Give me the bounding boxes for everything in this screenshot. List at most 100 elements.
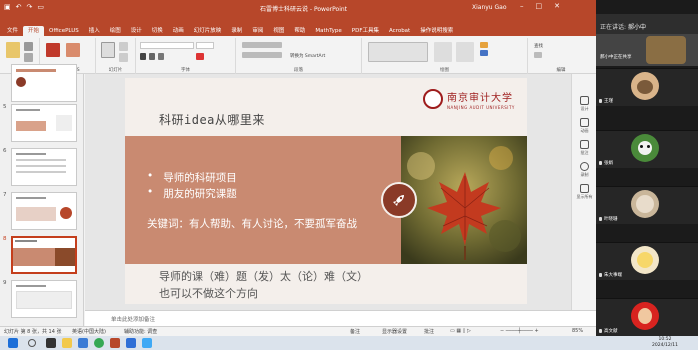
redo-icon[interactable]: ↷: [27, 3, 33, 11]
slide-number: 5: [3, 104, 7, 110]
design-ideas-button[interactable]: 设计: [576, 96, 593, 112]
comments-toggle[interactable]: 批注: [424, 328, 434, 335]
language-indicator[interactable]: 英语(中国大陆): [72, 328, 106, 335]
tab-mathtype[interactable]: MathType: [310, 28, 346, 36]
close-icon[interactable]: ✕: [554, 2, 560, 10]
zoom-level[interactable]: 85%: [572, 328, 583, 334]
edge-icon[interactable]: [78, 338, 88, 348]
template-icon[interactable]: [66, 43, 80, 57]
system-clock[interactable]: 10:52 2024/12/11: [652, 337, 678, 349]
task-view-icon[interactable]: [46, 338, 56, 348]
window-title: 石雷博士科研云说 - PowerPoint: [260, 6, 348, 13]
participant-tile[interactable]: 叶晓珊: [596, 186, 698, 224]
bold-icon[interactable]: [140, 53, 146, 60]
tab-acrobat[interactable]: Acrobat: [384, 28, 415, 36]
tab-view[interactable]: 视图: [268, 26, 289, 36]
participant-tile[interactable]: 王瑾: [596, 68, 698, 106]
slide-thumbnail[interactable]: [11, 64, 77, 102]
tab-animations[interactable]: 动画: [168, 26, 189, 36]
keywords-text[interactable]: 关键词：有人帮助、有人讨论，不要孤军奋战: [147, 216, 357, 231]
zoom-slider[interactable]: − ────┼──── +: [500, 328, 539, 334]
replace-icon[interactable]: [534, 52, 542, 58]
present-icon[interactable]: ▭: [37, 3, 44, 11]
find-button[interactable]: 查找: [534, 43, 543, 49]
slide-title[interactable]: 科研idea从哪里来: [159, 111, 265, 128]
arrange-icon[interactable]: [434, 42, 452, 62]
presenter-tile[interactable]: [596, 34, 698, 66]
bullet-item[interactable]: • 朋友的研究课题: [147, 186, 237, 201]
accessibility-indicator[interactable]: 辅助功能: 调查: [124, 328, 157, 335]
current-slide[interactable]: 科研idea从哪里来 南京审计大学 NANJING AUDIT UNIVERSI…: [125, 78, 527, 304]
view-buttons[interactable]: ▭ ▦ ▯ ▷: [450, 328, 471, 334]
app-icon[interactable]: [142, 338, 152, 348]
slide-body-line[interactable]: 导师的课（难）题（发）太（论）难（文）: [159, 268, 368, 284]
tab-help[interactable]: 帮助: [289, 26, 310, 36]
slide-thumbnail-selected[interactable]: [11, 236, 77, 274]
notes-toggle[interactable]: 备注: [350, 328, 360, 335]
maple-leaf-photo[interactable]: [401, 136, 527, 264]
tab-officeplus[interactable]: OfficePLUS: [44, 28, 84, 36]
new-slide-icon[interactable]: [101, 42, 115, 58]
meeting-app-icon[interactable]: [126, 338, 136, 348]
tab-insert[interactable]: 插入: [84, 26, 105, 36]
font-name-field[interactable]: [140, 42, 194, 49]
slide-thumbnail[interactable]: [11, 104, 77, 142]
undo-icon[interactable]: ↶: [16, 3, 22, 11]
slide-thumbnail[interactable]: [11, 192, 77, 230]
search-icon[interactable]: [28, 339, 36, 347]
slide-thumbnail[interactable]: [11, 280, 77, 318]
tab-transitions[interactable]: 切换: [147, 26, 168, 36]
list-icons[interactable]: [242, 42, 282, 48]
tab-home[interactable]: 开始: [23, 26, 45, 36]
participant-tile[interactable]: 朱大事端: [596, 242, 698, 280]
tab-review[interactable]: 审阅: [247, 26, 268, 36]
italic-icon[interactable]: [149, 53, 155, 60]
participant-tile[interactable]: 高文献: [596, 298, 698, 336]
start-icon[interactable]: [8, 338, 18, 348]
slide-body-line[interactable]: 也可以不做这个方向: [159, 285, 258, 301]
section-icon[interactable]: [119, 53, 128, 62]
right-tool-pane: 设计 动画 批注 录制 显示所有: [571, 74, 596, 310]
file-explorer-icon[interactable]: [62, 338, 72, 348]
animation-pane-button[interactable]: 动画: [576, 118, 593, 134]
slide-thumbnail[interactable]: [11, 148, 77, 186]
layout-icon[interactable]: [119, 42, 128, 51]
ribbon-tabs: 文件 开始 OfficePLUS 插入 绘图 设计 切换 动画 幻灯片放映 录制…: [0, 24, 596, 36]
participant-name: 叶晓珊: [599, 216, 618, 222]
shape-fill-icon[interactable]: [480, 42, 488, 48]
cut-icon[interactable]: [24, 42, 33, 51]
align-icons[interactable]: [242, 52, 282, 58]
shape-outline-icon[interactable]: [480, 50, 488, 56]
tab-record[interactable]: 录制: [226, 26, 247, 36]
tell-me-search[interactable]: 操作说明搜索: [415, 26, 458, 36]
maximize-icon[interactable]: □: [536, 2, 543, 10]
chrome-icon[interactable]: [94, 338, 104, 348]
copy-icon[interactable]: [24, 53, 33, 62]
underline-icon[interactable]: [158, 53, 164, 60]
tab-draw[interactable]: 绘图: [105, 26, 126, 36]
notes-pane[interactable]: 单击此处添加备注: [85, 310, 596, 326]
show-all-button[interactable]: 显示所有: [576, 184, 593, 200]
font-color-icon[interactable]: [196, 53, 204, 60]
comments-pane-button[interactable]: 批注: [576, 140, 593, 156]
tab-file[interactable]: 文件: [2, 26, 23, 36]
powerpoint-taskbar-icon[interactable]: [110, 338, 120, 348]
participant-tile[interactable]: 张娟: [596, 130, 698, 168]
shapes-gallery[interactable]: [368, 42, 428, 62]
display-settings-button[interactable]: 显示器设置: [382, 328, 407, 335]
paste-icon[interactable]: [6, 42, 20, 58]
group-drawing: 绘图: [362, 38, 528, 74]
smartart-button[interactable]: 转换为 SmartArt: [290, 53, 325, 59]
tab-pdf-tools[interactable]: PDF工具集: [347, 26, 384, 36]
minimize-icon[interactable]: –: [520, 2, 524, 10]
user-name[interactable]: Xianyu Gao: [472, 4, 507, 11]
officeplus-icon[interactable]: [46, 43, 60, 57]
mic-icon: [599, 217, 602, 221]
tab-design[interactable]: 设计: [126, 26, 147, 36]
save-icon[interactable]: ▣: [4, 3, 11, 11]
tab-slideshow[interactable]: 幻灯片放映: [189, 26, 227, 36]
font-size-field[interactable]: [196, 42, 214, 49]
quick-styles-icon[interactable]: [456, 42, 474, 62]
bullet-item[interactable]: • 导师的科研项目: [147, 170, 237, 185]
record-pane-button[interactable]: 录制: [576, 162, 593, 178]
